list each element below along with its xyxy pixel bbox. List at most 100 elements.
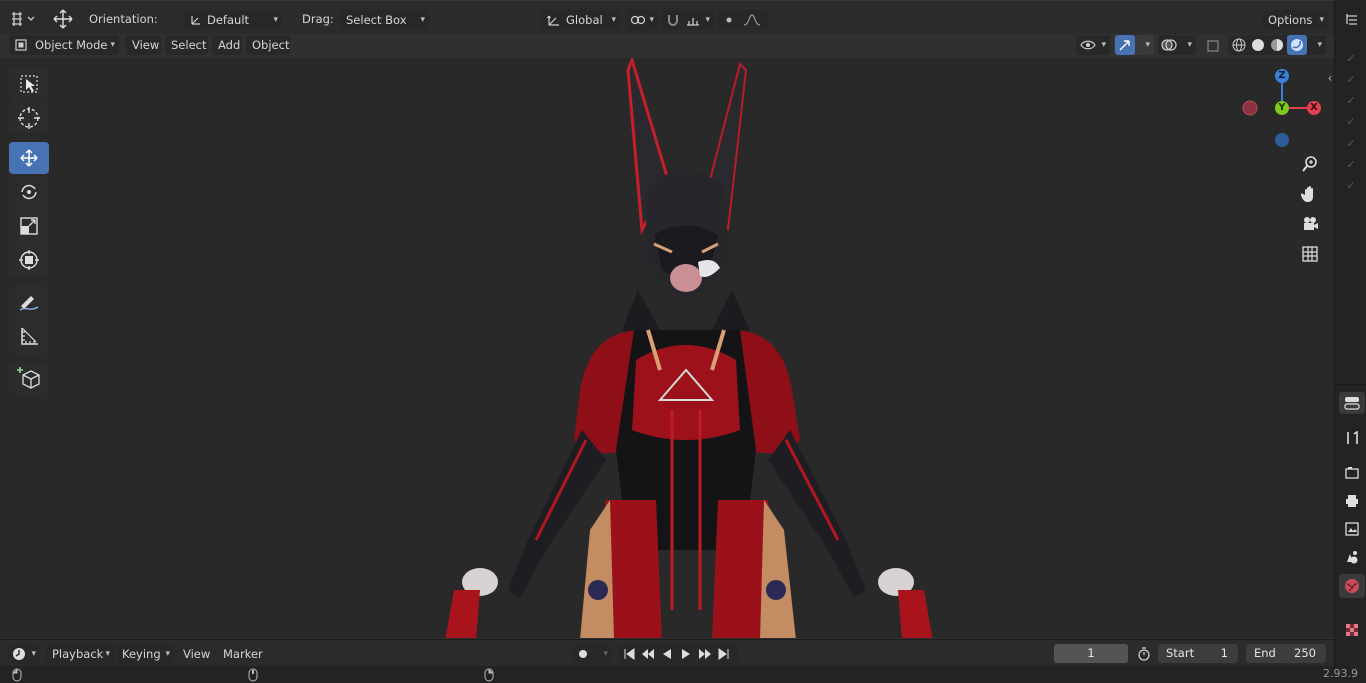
move-tool[interactable] (9, 142, 49, 174)
mode-value: Object Mode (35, 38, 108, 52)
chevron-down-icon: ▾ (1317, 40, 1322, 50)
render-properties-icon[interactable] (1341, 463, 1363, 483)
chevron-down-icon: ▾ (1145, 40, 1150, 50)
rendered-shading-icon (1287, 35, 1307, 55)
end-frame-field[interactable]: End 250 (1246, 644, 1326, 663)
link-icon (629, 12, 647, 28)
marker-menu[interactable]: Marker (217, 644, 267, 664)
status-bar: 2.93.9 (0, 666, 1366, 683)
record-icon (575, 646, 591, 662)
checkmark-icon: ✓ (1346, 178, 1356, 192)
options-dropdown[interactable]: Options ▾ (1262, 10, 1328, 30)
solid-shading-icon (1249, 36, 1267, 54)
playback-menu[interactable]: Playback ▾ (46, 644, 114, 664)
pivot-point-dropdown[interactable]: ▾ (626, 10, 658, 30)
select-box-tool[interactable] (9, 68, 49, 100)
current-frame-field[interactable]: 1 (1054, 644, 1128, 663)
orientation-value: Default (207, 13, 250, 27)
gizmo-toggle[interactable]: ▾ (1114, 35, 1154, 55)
add-cube-tool[interactable] (9, 362, 49, 394)
checkmark-icon: ✓ (1346, 94, 1356, 108)
end-label: End (1254, 646, 1276, 660)
wireframe-shading-icon (1230, 36, 1248, 54)
transform-tool[interactable] (9, 244, 49, 276)
view-menu[interactable]: View (126, 35, 161, 55)
scale-tool[interactable] (9, 210, 49, 242)
output-properties-icon[interactable] (1341, 491, 1363, 511)
auto-keying-group[interactable]: ▾ (572, 644, 612, 664)
chevron-down-icon: ▾ (1187, 40, 1192, 50)
properties-editor-icon[interactable] (1339, 392, 1365, 414)
proportional-edit-icon (721, 12, 737, 28)
proportional-edit-group[interactable] (718, 10, 768, 30)
world-properties-icon[interactable] (1339, 574, 1365, 598)
next-keyframe-icon (696, 646, 714, 662)
object-menu[interactable]: Object (246, 35, 290, 55)
material-shading-icon (1268, 36, 1286, 54)
checkmark-icon: ✓ (1346, 73, 1356, 87)
playback-controls[interactable] (618, 644, 738, 664)
chevron-down-icon: ▾ (165, 649, 170, 659)
object-mode-icon (14, 38, 28, 52)
chevron-down-icon: ▾ (649, 15, 654, 25)
gizmo-icon (1115, 35, 1135, 55)
chevron-down-icon: ▾ (603, 649, 608, 659)
timeline-editor-type[interactable]: ▾ (8, 644, 40, 664)
gizmo-x-label: X (1310, 102, 1318, 113)
pan-hand-icon[interactable] (1298, 182, 1322, 206)
camera-view-icon[interactable] (1298, 212, 1322, 236)
jump-start-icon (620, 646, 638, 662)
orientation-dropdown[interactable]: Default ▾ (183, 10, 282, 30)
view-layer-properties-icon[interactable] (1341, 519, 1363, 539)
outliner-icon[interactable] (1342, 9, 1362, 29)
scene-properties-icon[interactable] (1341, 547, 1363, 567)
3d-viewport[interactable]: Z Y X (0, 58, 1334, 638)
measure-tool[interactable] (9, 320, 49, 352)
transform-space-dropdown[interactable]: Global ▾ (541, 10, 620, 30)
cursor-tool[interactable] (9, 102, 49, 134)
editor-type-icon[interactable] (8, 9, 38, 29)
shading-group[interactable]: ▾ (1228, 35, 1326, 55)
checkmark-icon: ✓ (1346, 157, 1356, 171)
tool-properties-icon[interactable] (1341, 428, 1363, 448)
stopwatch-icon[interactable] (1134, 644, 1154, 664)
keying-menu[interactable]: Keying ▾ (116, 644, 174, 664)
rotate-tool[interactable] (9, 176, 49, 208)
timeline-view-menu[interactable]: View (177, 644, 215, 664)
chevron-down-icon: ▾ (273, 15, 278, 25)
chevron-down-icon: ▾ (705, 15, 710, 25)
mode-dropdown[interactable]: Object Mode ▾ (9, 35, 119, 55)
chevron-down-icon: ▾ (1101, 40, 1106, 50)
overlay-dropdown[interactable]: ▾ (1158, 35, 1196, 55)
texture-properties-icon[interactable] (1341, 620, 1363, 640)
snapping-group[interactable]: ▾ (662, 10, 714, 30)
timeline-header: ▾ Playback ▾ Keying ▾ View Marker ▾ 1 St… (0, 639, 1334, 667)
start-frame-field[interactable]: Start 1 (1158, 644, 1238, 663)
chevron-down-icon: ▾ (611, 15, 616, 25)
character-model[interactable] (410, 58, 970, 638)
zoom-icon[interactable] (1298, 152, 1322, 176)
checkmark-icon: ✓ (1346, 115, 1356, 129)
add-menu[interactable]: Add (212, 35, 242, 55)
chevron-down-icon: ▾ (110, 40, 115, 50)
checkmark-icon: ✓ (1346, 136, 1356, 150)
ortho-grid-icon[interactable] (1298, 242, 1322, 266)
start-label: Start (1166, 646, 1195, 660)
end-value: 250 (1294, 646, 1316, 660)
chevron-down-icon: ▾ (31, 649, 36, 659)
select-menu[interactable]: Select (165, 35, 208, 55)
divider (1335, 384, 1366, 385)
chevron-down-icon: ▾ (420, 15, 425, 25)
move-tool-icon[interactable] (50, 7, 76, 31)
drag-label: Drag: (302, 12, 334, 26)
chevron-down-icon: ▾ (1319, 15, 1324, 25)
drag-dropdown[interactable]: Select Box ▾ (340, 10, 429, 30)
visibility-dropdown[interactable]: ▾ (1076, 35, 1110, 55)
chevron-left-icon[interactable]: ‹ (1324, 70, 1336, 86)
version-label: 2.93.9 (1323, 667, 1358, 680)
eye-icon (1079, 37, 1097, 53)
checkmark-icon: ✓ (1346, 52, 1356, 65)
annotate-tool[interactable] (9, 286, 49, 318)
xray-toggle-icon[interactable] (1204, 37, 1222, 55)
play-icon (677, 646, 695, 662)
